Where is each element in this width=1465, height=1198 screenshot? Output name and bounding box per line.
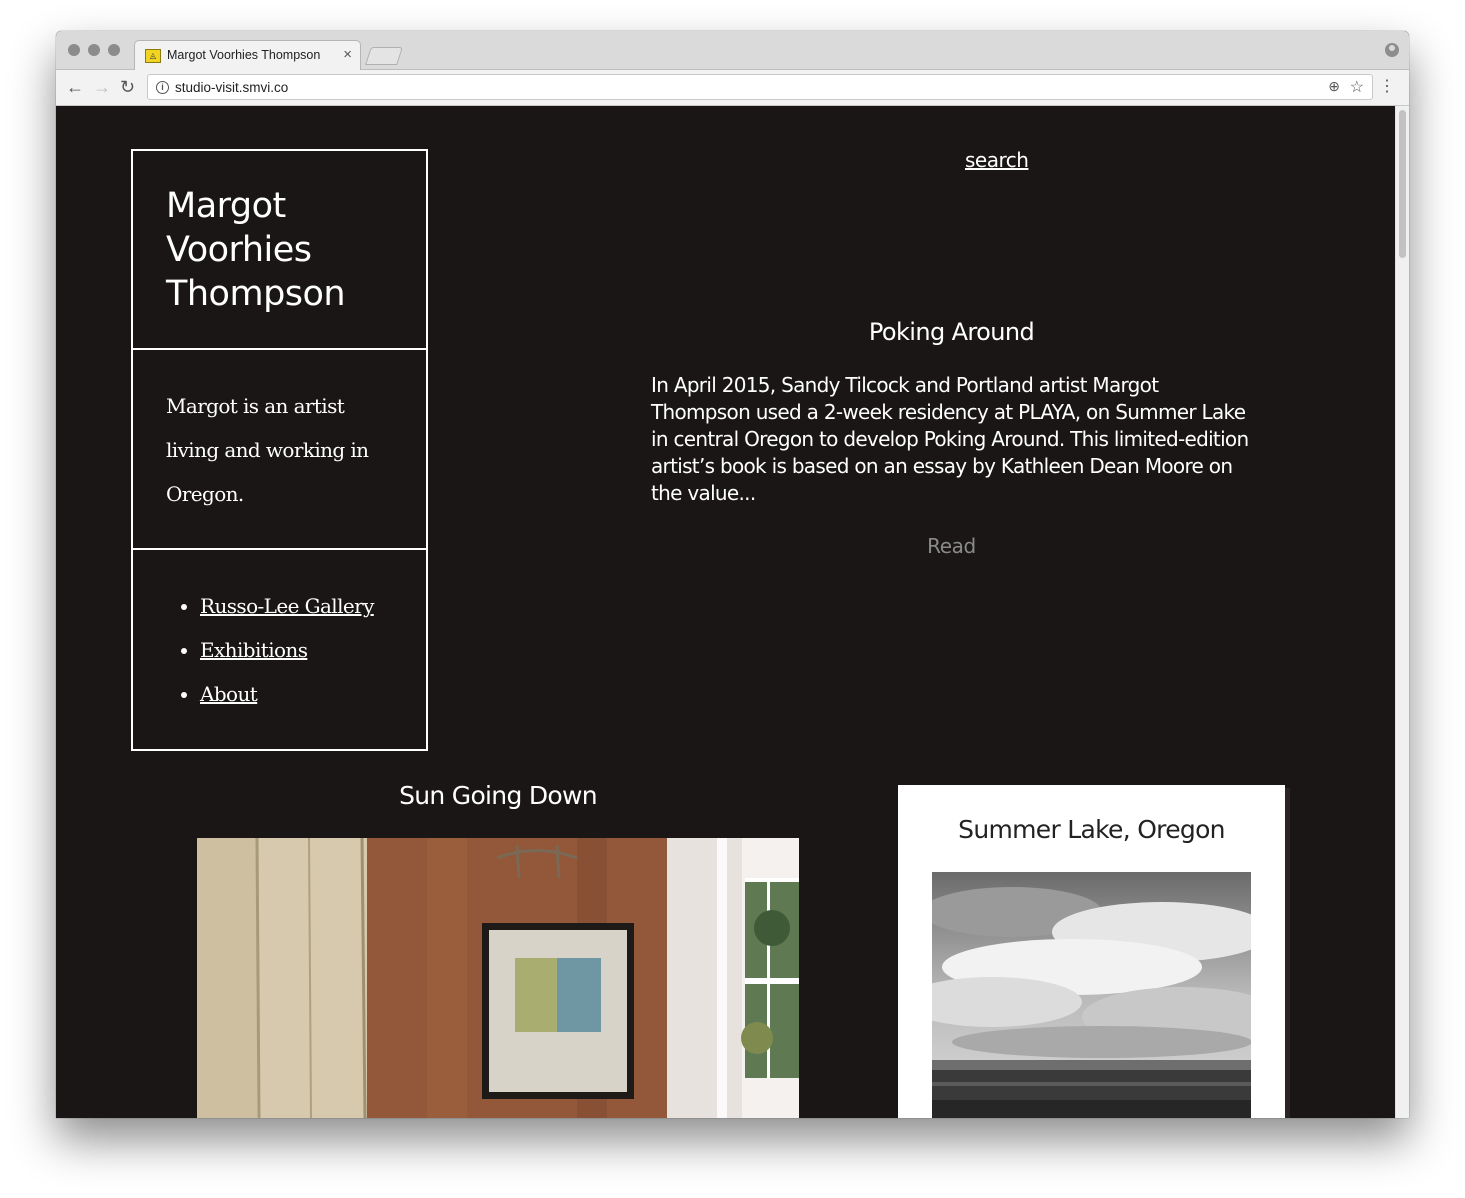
address-bar[interactable]: i studio-visit.smvi.co ⊕ ☆ [147,74,1373,100]
browser-menu-icon[interactable]: ⋮ [1379,76,1395,98]
browser-tab[interactable]: ◬ Margot Voorhies Thompson × [134,40,361,71]
card-summer-lake: Summer Lake, Oregon [898,785,1285,1118]
tab-strip: ◬ Margot Voorhies Thompson × [56,31,1409,71]
zoom-icon[interactable]: ⊕ [1328,78,1340,95]
nav-item-russo-lee: Russo-Lee Gallery [200,584,374,628]
featured-post-title[interactable]: Poking Around [651,318,1252,346]
sidebar-title-section: Margot Voorhies Thompson [133,151,426,350]
new-tab-button[interactable] [365,47,403,65]
site-title[interactable]: Margot Voorhies Thompson [166,184,406,316]
landscape-bw-photo[interactable] [932,872,1251,1118]
page-viewport: Margot Voorhies Thompson Margot is an ar… [56,106,1395,1118]
maximize-window-button[interactable] [108,44,120,56]
close-window-button[interactable] [68,44,80,56]
interior-painting-photo[interactable] [197,838,799,1118]
search-link[interactable]: search [965,148,1029,172]
reload-icon[interactable]: ↻ [120,76,135,98]
sidebar-bio-section: Margot is an artist living and working i… [133,350,426,550]
sidebar: Margot Voorhies Thompson Margot is an ar… [131,149,428,751]
nav-item-exhibitions: Exhibitions [200,628,374,672]
nav-link-about[interactable]: About [200,682,258,706]
interior-scene-svg [197,838,799,1118]
artist-bio: Margot is an artist living and working i… [166,394,369,506]
forward-icon[interactable]: → [93,76,111,98]
featured-post-excerpt: In April 2015, Sandy Tilcock and Portlan… [651,373,1249,505]
url-text[interactable]: studio-visit.smvi.co [175,80,288,95]
nav-link-exhibitions[interactable]: Exhibitions [200,638,308,662]
minimize-window-button[interactable] [88,44,100,56]
nav-link-russo-lee-gallery[interactable]: Russo-Lee Gallery [200,594,374,618]
read-more-link[interactable]: Read [651,534,1252,558]
browser-toolbar: ← → ↻ i studio-visit.smvi.co ⊕ ☆ ⋮ [56,70,1409,106]
vertical-scrollbar[interactable] [1395,106,1409,1118]
sidebar-nav-section: Russo-Lee Gallery Exhibitions About [133,550,426,749]
scrollbar-thumb[interactable] [1399,110,1406,258]
landscape-scene-svg [932,872,1251,1118]
tab-title: Margot Voorhies Thompson [167,48,321,62]
sidebar-nav: Russo-Lee Gallery Exhibitions About [166,584,374,716]
nav-item-about: About [200,672,374,716]
card-title-summer-lake[interactable]: Summer Lake, Oregon [898,815,1285,844]
close-tab-icon[interactable]: × [343,46,352,63]
card-title-sun-going-down[interactable]: Sun Going Down [197,781,799,810]
bookmark-star-icon[interactable]: ☆ [1350,77,1364,97]
profile-icon[interactable] [1385,43,1399,57]
site-info-icon[interactable]: i [156,81,169,94]
favicon-icon: ◬ [145,49,161,63]
back-icon[interactable]: ← [66,76,84,98]
browser-window: ◬ Margot Voorhies Thompson × ← → ↻ i stu… [56,31,1409,1118]
